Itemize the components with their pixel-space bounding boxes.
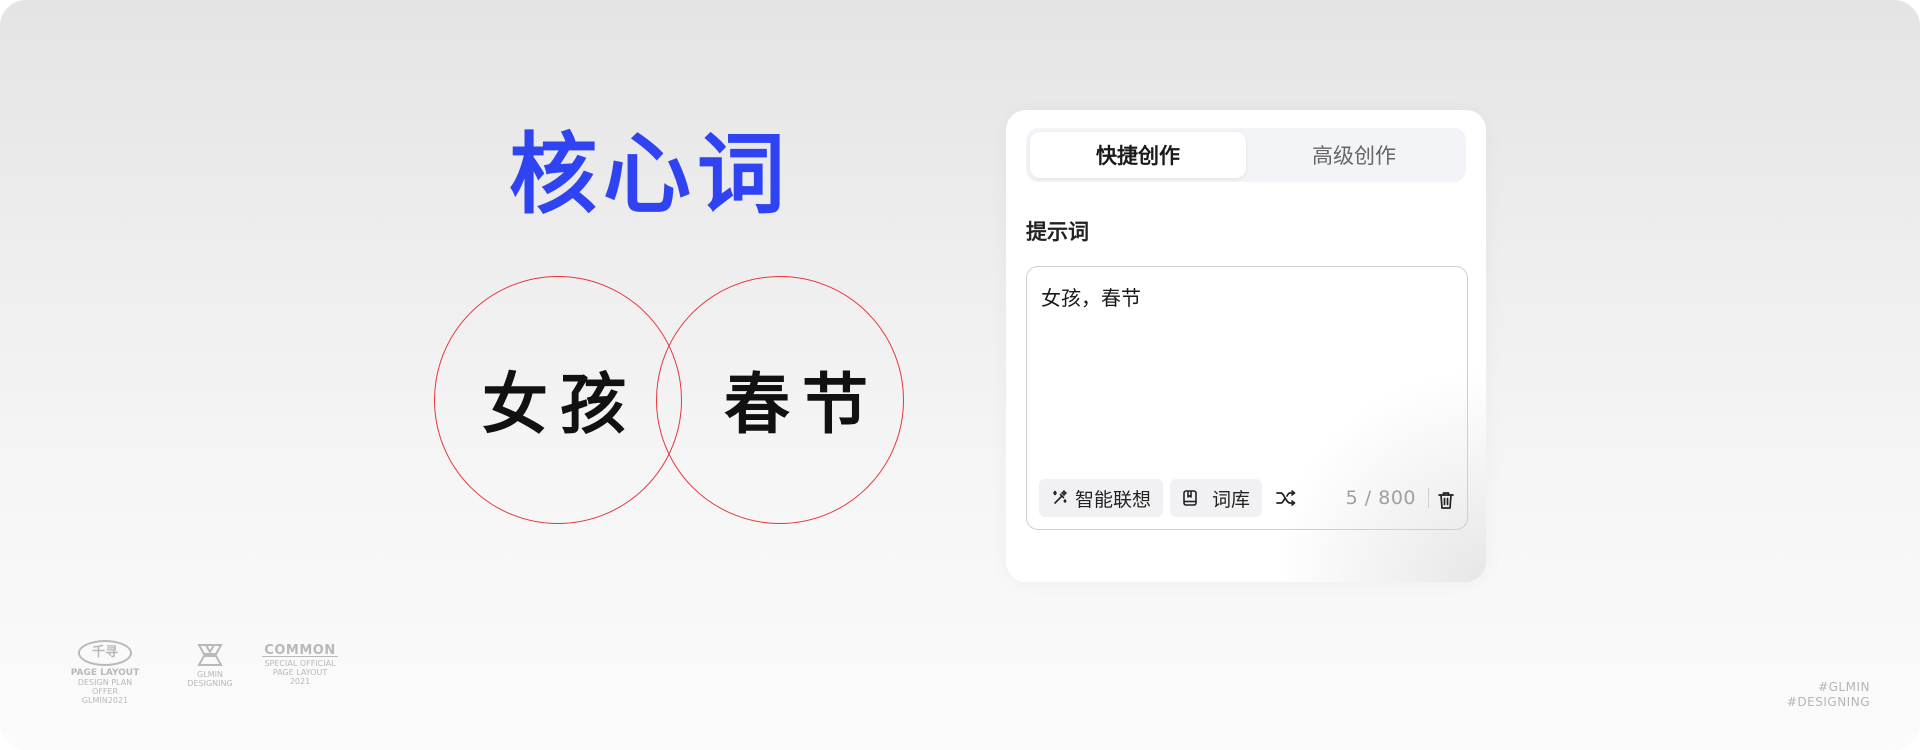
creation-panel: 快捷创作 高级创作 提示词 女孩，春节 智能联想 词库 5 / 800 [1006,110,1486,582]
prompt-label: 提示词 [1026,220,1089,244]
venn-word-left: 女孩 [482,366,638,443]
tab-advanced-create[interactable]: 高级创作 [1246,132,1462,178]
word-library-button[interactable]: 词库 [1170,479,1263,517]
venn-word-right: 春节 [724,366,880,443]
glmin-logo: GLMIN DESIGNING [180,642,240,688]
watermark: #GLMIN #DESIGNING [1786,680,1870,709]
prompt-toolbar: 智能联想 词库 5 / 800 [1039,479,1455,517]
magic-wand-icon [1051,489,1069,507]
smart-associate-label: 智能联想 [1075,488,1152,511]
page-layout-logo: 千寻 PAGE LAYOUT DESIGN PLAN OFFER GLMIN20… [70,640,140,705]
glmin-logo-icon [197,644,223,666]
character-counter: 5 / 800 [1345,487,1416,509]
canvas: 核心词 女孩 春节 快捷创作 高级创作 提示词 女孩，春节 智能联想 词库 5 … [0,0,1920,750]
qianxun-logo-mark: 千寻 [78,640,132,666]
prompt-field[interactable]: 女孩，春节 智能联想 词库 5 / 800 [1026,266,1468,530]
divider [1428,488,1429,508]
common-logo: COMMON SPECIAL OFFICIAL PAGE LAYOUT 2021 [262,644,338,686]
trash-icon[interactable] [1437,490,1455,510]
smart-associate-button[interactable]: 智能联想 [1039,479,1164,517]
mode-tabs: 快捷创作 高级创作 [1026,128,1466,182]
prompt-input[interactable]: 女孩，春节 [1041,283,1451,463]
core-words-heading: 核心词 [508,123,791,226]
book-icon [1182,489,1198,507]
word-library-label: 词库 [1212,488,1251,511]
tab-quick-create[interactable]: 快捷创作 [1030,132,1246,178]
shuffle-icon[interactable] [1275,488,1297,508]
